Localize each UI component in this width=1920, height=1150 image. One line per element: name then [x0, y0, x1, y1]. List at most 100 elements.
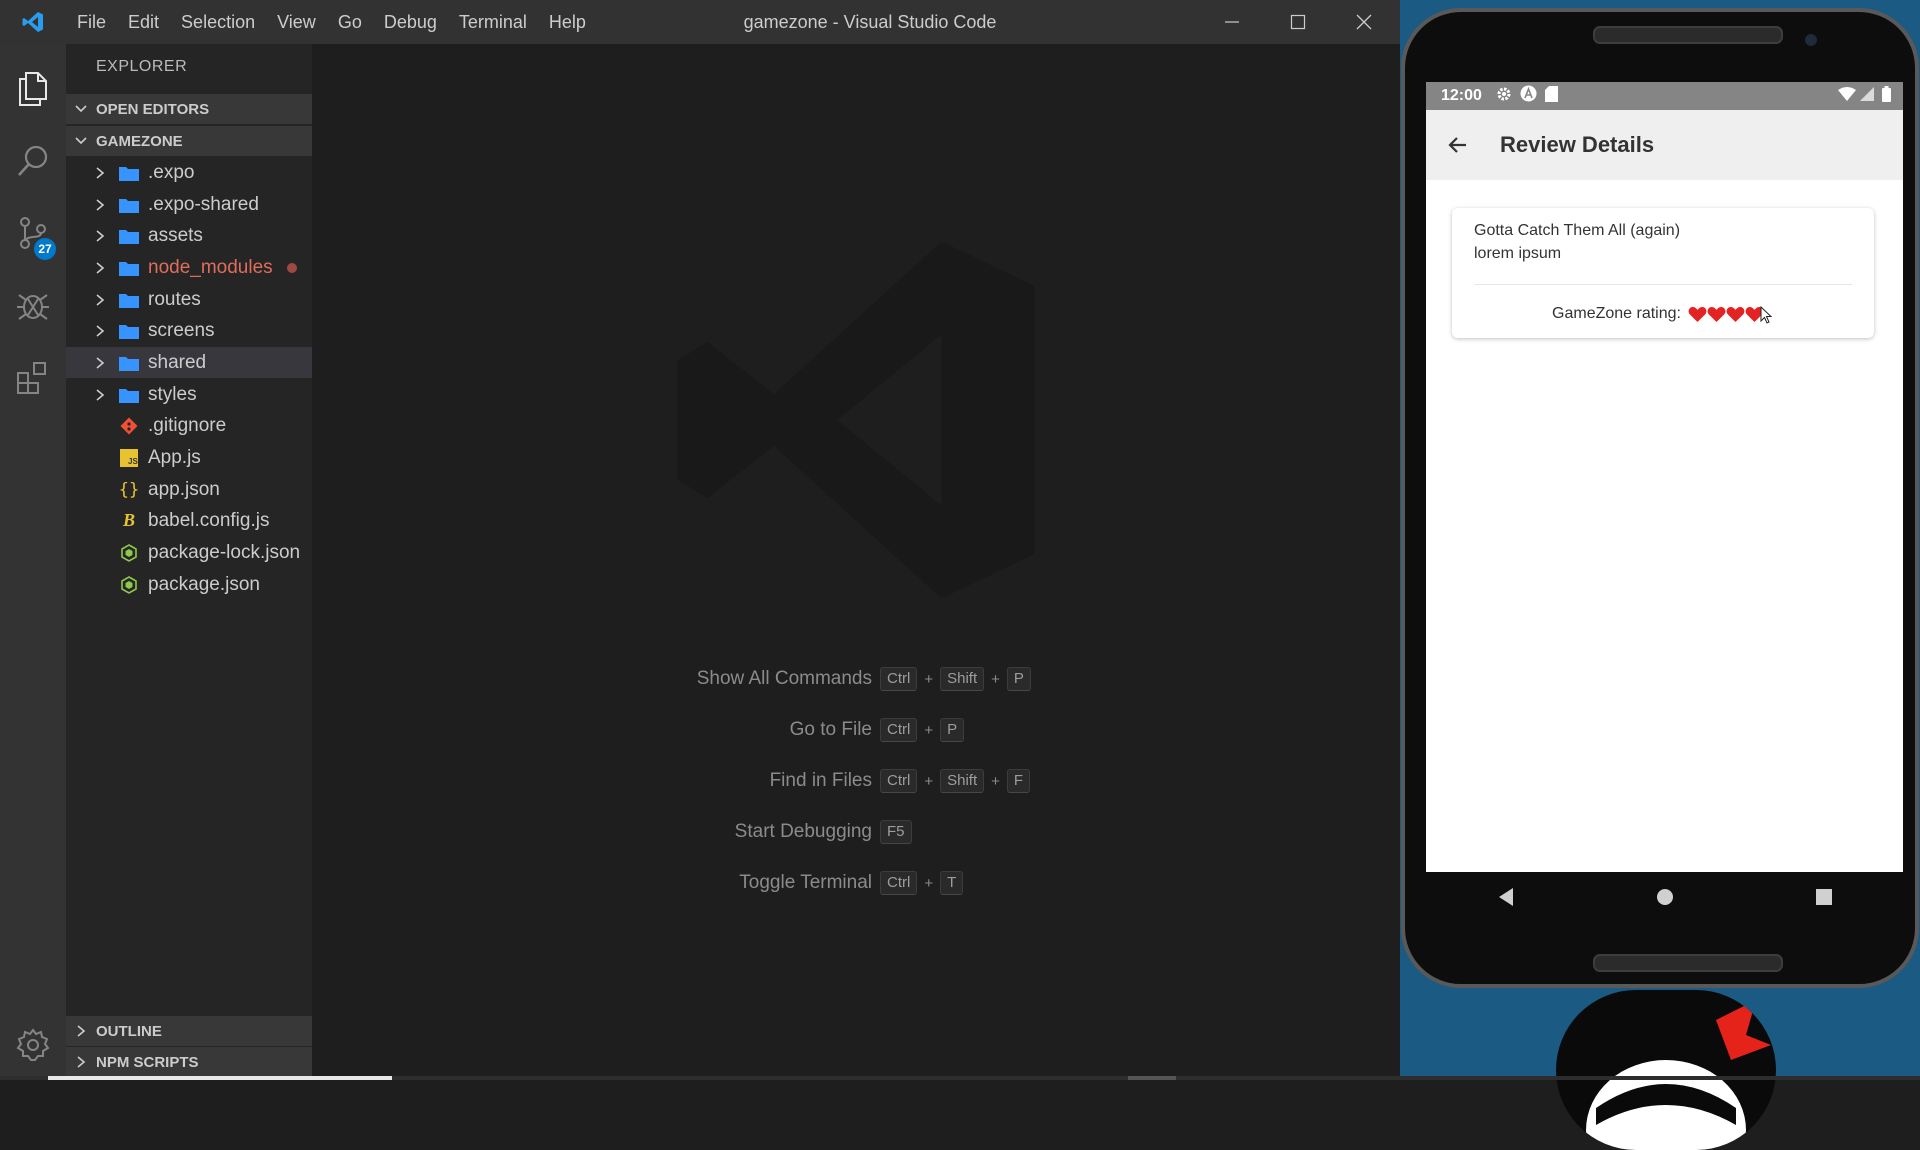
- extensions-icon: [17, 362, 46, 394]
- babel-icon: B: [122, 510, 135, 530]
- gear-icon: [16, 1028, 50, 1061]
- outline-label: OUTLINE: [96, 1022, 162, 1040]
- tree-folder-expo-shared[interactable]: .expo-shared: [66, 189, 312, 220]
- folder-icon: [118, 387, 140, 403]
- project-header[interactable]: GAMEZONE: [66, 126, 312, 156]
- menu-help[interactable]: Help: [538, 0, 597, 44]
- folder-name: .expo: [148, 161, 195, 183]
- extensions-activity[interactable]: [0, 344, 66, 410]
- review-body: lorem ipsum: [1474, 245, 1562, 262]
- ninja-mascot-logo: [1556, 990, 1776, 1150]
- key-cap: Shift: [940, 667, 985, 691]
- tree-file-package-lock[interactable]: package-lock.json: [66, 537, 312, 568]
- menu-go[interactable]: Go: [327, 0, 373, 44]
- battery-status-icon: [1882, 85, 1891, 107]
- heart-icon: [1707, 306, 1726, 322]
- json-braces-icon: {}: [118, 479, 140, 500]
- tree-file-package-json[interactable]: package.json: [66, 569, 312, 600]
- close-icon: [1356, 14, 1372, 30]
- shortcut-label: Go to File: [789, 719, 872, 740]
- maximize-icon: [1290, 14, 1306, 30]
- tree-folder-expo[interactable]: .expo: [66, 157, 312, 188]
- status-time: 12:00: [1441, 87, 1482, 104]
- top-speaker: [1593, 26, 1783, 44]
- explorer-sidebar: EXPLORER OPEN EDITORS GAMEZONE .expo .ex…: [66, 44, 312, 1080]
- menu-selection[interactable]: Selection: [170, 0, 266, 44]
- modified-dot-icon: [286, 262, 297, 273]
- vscode-watermark-icon: [677, 241, 1035, 599]
- project-label: GAMEZONE: [96, 132, 183, 150]
- nodejs-icon: [118, 575, 140, 594]
- settings-status-icon: [1496, 86, 1512, 107]
- chevron-right-icon: [90, 388, 110, 402]
- key-cap: Ctrl: [880, 667, 918, 691]
- card-divider: [1474, 284, 1852, 285]
- minimize-button[interactable]: [1199, 0, 1265, 44]
- files-icon: [19, 72, 47, 106]
- tree-file-babel-config[interactable]: B babel.config.js: [66, 505, 312, 536]
- nodejs-icon: [118, 543, 140, 562]
- javascript-icon: JS: [118, 448, 140, 467]
- tree-folder-routes[interactable]: routes: [66, 284, 312, 315]
- folder-icon: [118, 165, 140, 181]
- folder-icon: [118, 260, 140, 276]
- review-title: Gotta Catch Them All (again): [1474, 222, 1681, 239]
- chevron-right-icon: [66, 1024, 96, 1038]
- tree-folder-node-modules[interactable]: node_modules: [66, 252, 312, 283]
- file-name: .gitignore: [148, 414, 227, 436]
- review-card: Gotta Catch Them All (again) lorem ipsum…: [1452, 208, 1874, 338]
- tree-folder-assets[interactable]: assets: [66, 220, 312, 251]
- file-name: app.json: [148, 478, 220, 500]
- shortcut-label: Toggle Terminal: [739, 872, 872, 893]
- folder-name: assets: [148, 224, 203, 246]
- folder-icon: [118, 292, 140, 308]
- menu-debug[interactable]: Debug: [373, 0, 448, 44]
- outline-header[interactable]: OUTLINE: [66, 1016, 312, 1046]
- nav-home-button[interactable]: [1656, 888, 1674, 911]
- tree-folder-styles[interactable]: styles: [66, 379, 312, 410]
- menu-edit[interactable]: Edit: [117, 0, 170, 44]
- folder-name: shared: [148, 351, 207, 373]
- sd-card-status-icon: [1544, 85, 1558, 107]
- open-editors-header[interactable]: OPEN EDITORS: [66, 94, 312, 124]
- app-header: Review Details: [1426, 110, 1903, 180]
- phone-screen: 12:00 Review Details Gotta Catch Them Al…: [1426, 82, 1903, 872]
- key-cap: Shift: [940, 769, 985, 793]
- signal-status-icon: [1860, 86, 1874, 106]
- activity-bar: 27: [0, 44, 66, 1080]
- search-activity[interactable]: [0, 128, 66, 194]
- menu-file[interactable]: File: [66, 0, 117, 44]
- source-control-activity[interactable]: 27: [0, 200, 66, 266]
- key-cap: F5: [880, 820, 912, 844]
- tree-file-app-js[interactable]: JS App.js: [66, 442, 312, 473]
- shortcut-label: Start Debugging: [734, 821, 872, 842]
- close-window-button[interactable]: [1331, 0, 1397, 44]
- chevron-right-icon: [90, 293, 110, 307]
- shortcut-show-all-commands: Show All Commands Ctrl + Shift + P: [312, 664, 1400, 694]
- nav-recents-button[interactable]: [1815, 888, 1833, 911]
- shortcut-find-in-files: Find in Files Ctrl + Shift + F: [312, 766, 1400, 796]
- tree-folder-screens[interactable]: screens: [66, 315, 312, 346]
- npm-scripts-header[interactable]: NPM SCRIPTS: [66, 1047, 312, 1077]
- debug-icon: [17, 294, 49, 320]
- open-editors-label: OPEN EDITORS: [96, 100, 210, 118]
- back-arrow-button[interactable]: [1446, 133, 1470, 157]
- file-name: package-lock.json: [148, 541, 301, 563]
- home-circle-icon: [1656, 888, 1673, 905]
- debug-activity[interactable]: [0, 272, 66, 338]
- folder-name: node_modules: [148, 256, 273, 278]
- nav-back-button[interactable]: [1497, 887, 1515, 912]
- back-triangle-icon: [1498, 887, 1513, 906]
- tree-file-gitignore[interactable]: .gitignore: [66, 410, 312, 441]
- tree-file-app-json[interactable]: {} app.json: [66, 474, 312, 505]
- rating-row: GameZone rating:: [1452, 302, 1874, 326]
- maximize-button[interactable]: [1265, 0, 1331, 44]
- explorer-activity[interactable]: [0, 56, 66, 122]
- android-nav-bar: [1426, 872, 1903, 926]
- chevron-down-icon: [66, 102, 96, 116]
- manage-activity[interactable]: [0, 1012, 66, 1078]
- menu-view[interactable]: View: [266, 0, 327, 44]
- key-cap: Ctrl: [880, 871, 918, 895]
- tree-folder-shared[interactable]: shared: [66, 347, 312, 378]
- menu-terminal[interactable]: Terminal: [448, 0, 538, 44]
